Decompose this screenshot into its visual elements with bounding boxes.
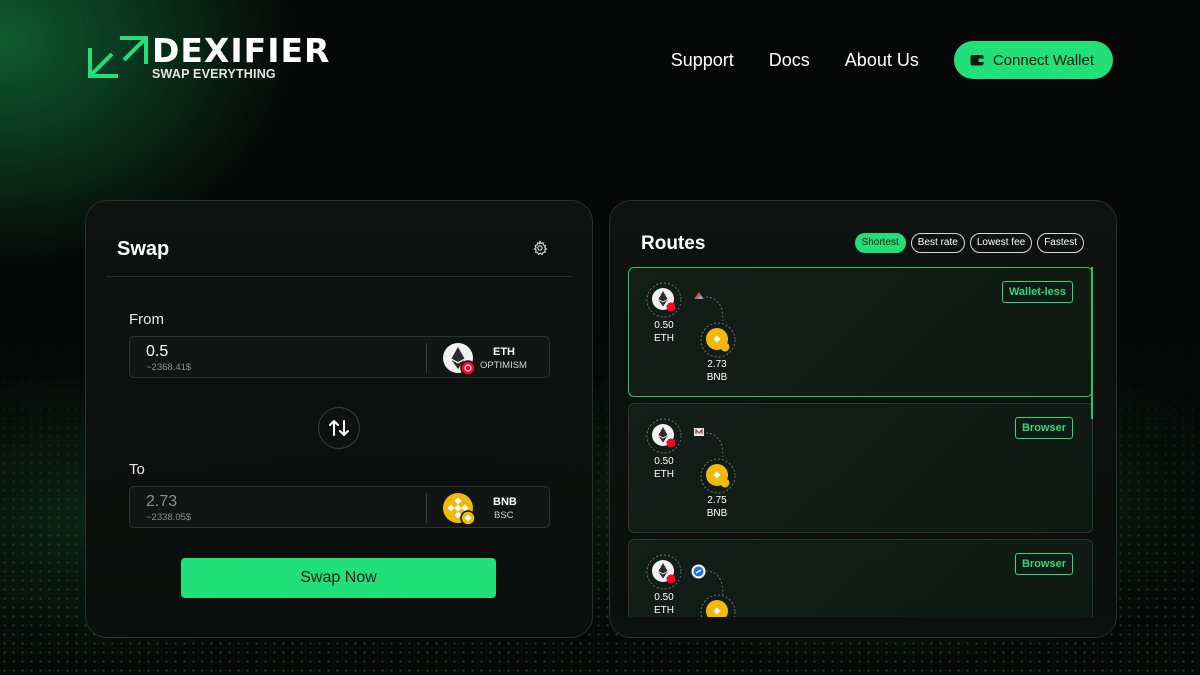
top-nav: Support Docs About Us Connect Wallet bbox=[671, 41, 1113, 79]
route-to-amount: 2.75 bbox=[707, 495, 727, 506]
from-token-symbol: ETH bbox=[493, 346, 515, 358]
to-token-symbol: BNB bbox=[493, 496, 517, 508]
swap-title: Swap bbox=[117, 238, 170, 260]
swap-panel: Swap From 0.5 ~2368.41$ ETH OPTIMISM To bbox=[85, 200, 593, 638]
from-label: From bbox=[129, 311, 164, 328]
eth-icon bbox=[646, 554, 682, 590]
route-badge: Wallet-less bbox=[1001, 281, 1073, 303]
eth-icon bbox=[646, 282, 682, 318]
bnb-icon[interactable] bbox=[442, 492, 476, 526]
swap-now-button[interactable]: Swap Now bbox=[181, 558, 496, 598]
route-from-amount: 0.50 bbox=[654, 456, 674, 467]
filter-shortest[interactable]: Shortest bbox=[854, 233, 906, 253]
swap-arrows-icon bbox=[329, 420, 349, 436]
to-amount-output: 2.73 bbox=[146, 493, 178, 510]
route-from-amount: 0.50 bbox=[654, 320, 674, 331]
logo[interactable]: DEXIFIER SWAP EVERYTHING bbox=[86, 34, 330, 81]
route-from-token: ETH bbox=[654, 333, 674, 344]
nav-about-us[interactable]: About Us bbox=[845, 50, 919, 71]
nav-support[interactable]: Support bbox=[671, 50, 734, 71]
route-badge: Browser bbox=[1014, 417, 1073, 439]
m-provider-icon bbox=[694, 428, 704, 436]
route-filters: Shortest Best rate Lowest fee Fastest bbox=[850, 233, 1084, 253]
filter-fastest[interactable]: Fastest bbox=[1037, 233, 1084, 253]
from-separator bbox=[426, 343, 427, 373]
eth-icon[interactable] bbox=[442, 342, 476, 376]
bnb-icon bbox=[700, 458, 736, 494]
route-badge: Browser bbox=[1014, 553, 1073, 575]
eth-icon bbox=[646, 418, 682, 454]
gear-icon[interactable] bbox=[532, 240, 548, 256]
to-token-box: 2.73 ~2338.05$ BNB BSC bbox=[129, 486, 550, 528]
route-connector-line bbox=[705, 432, 724, 458]
flip-tokens-button[interactable] bbox=[318, 407, 360, 449]
routes-scrollbar[interactable] bbox=[1091, 267, 1093, 419]
routes-bottom-edge bbox=[610, 617, 1116, 637]
route-from-token: ETH bbox=[654, 469, 674, 480]
to-label: To bbox=[129, 461, 145, 478]
to-usd-value: ~2338.05$ bbox=[146, 512, 192, 523]
routes-title: Routes bbox=[641, 233, 706, 254]
filter-lowest-fee[interactable]: Lowest fee bbox=[969, 233, 1033, 253]
connect-wallet-button[interactable]: Connect Wallet bbox=[953, 41, 1113, 79]
from-usd-value: ~2368.41$ bbox=[146, 362, 192, 373]
route-to-token: BNB bbox=[706, 508, 728, 519]
routes-panel: Routes Shortest Best rate Lowest fee Fas… bbox=[609, 200, 1117, 638]
route-from-token: ETH bbox=[654, 605, 674, 616]
nav-docs[interactable]: Docs bbox=[769, 50, 810, 71]
from-amount-input[interactable]: 0.5 bbox=[146, 343, 168, 361]
route-connector-line bbox=[705, 570, 724, 596]
to-separator bbox=[426, 493, 427, 523]
to-token-chain: BSC bbox=[494, 510, 514, 521]
wing-provider-icon bbox=[694, 292, 704, 299]
wallet-icon bbox=[970, 55, 984, 66]
filter-best-rate[interactable]: Best rate bbox=[910, 233, 965, 253]
route-card-2[interactable]: Browser 0.50 ETH 2.75 BNB bbox=[628, 403, 1093, 533]
route-card-1[interactable]: Wallet-less 0.50 ETH 2.73 BNB bbox=[628, 267, 1093, 397]
blue-circle-provider-icon bbox=[691, 564, 706, 579]
route-to-token: BNB bbox=[706, 372, 728, 383]
connect-wallet-label: Connect Wallet bbox=[992, 51, 1094, 69]
logo-arrows-icon bbox=[88, 36, 148, 79]
route-connector-line bbox=[705, 296, 724, 322]
bnb-icon bbox=[700, 322, 736, 358]
route-from-amount: 0.50 bbox=[654, 592, 674, 603]
from-token-chain: OPTIMISM bbox=[480, 360, 527, 371]
route-to-amount: 2.73 bbox=[707, 359, 727, 370]
from-token-box: 0.5 ~2368.41$ ETH OPTIMISM bbox=[129, 336, 550, 378]
brand-name: DEXIFIER bbox=[152, 31, 331, 70]
swap-divider bbox=[106, 276, 572, 277]
